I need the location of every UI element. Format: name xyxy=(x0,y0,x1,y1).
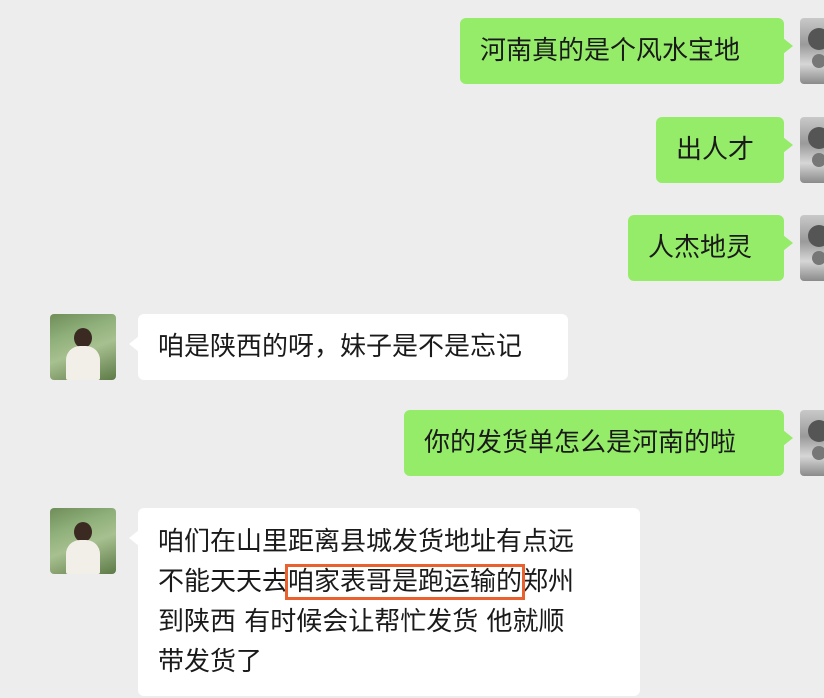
highlighted-text: 咱家表哥是跑运输的 xyxy=(285,564,526,600)
user-avatar[interactable] xyxy=(800,215,824,281)
user-avatar[interactable] xyxy=(800,410,824,476)
contact-avatar[interactable] xyxy=(50,508,116,574)
message-row: 你的发货单怎么是河南的啦 xyxy=(0,410,824,480)
message-text: 河南真的是个风水宝地 xyxy=(480,36,741,66)
message-bubble-sent[interactable]: 河南真的是个风水宝地 xyxy=(460,18,793,84)
message-row: 出人才 xyxy=(0,117,824,187)
message-text: 人杰地灵 xyxy=(648,233,753,263)
message-row: 河南真的是个风水宝地 xyxy=(0,18,824,88)
message-row: 咱们在山里距离县城发货地址有点远 不能天天去咱家表哥是跑运输的郑州 到陕西 有时… xyxy=(0,508,824,698)
contact-avatar[interactable] xyxy=(50,314,116,380)
message-text: 咱是陕西的呀，妹子是不是忘记 xyxy=(158,332,523,362)
message-text-line: 咱们在山里距离县城发货地址有点远 xyxy=(158,527,575,557)
message-text-line: 不能天天去咱家表哥是跑运输的郑州 xyxy=(158,562,620,602)
user-avatar[interactable] xyxy=(800,117,824,183)
message-row: 人杰地灵 xyxy=(0,215,824,285)
message-bubble-sent[interactable]: 出人才 xyxy=(656,117,793,183)
message-text-line: 带发货了 xyxy=(158,647,263,677)
message-bubble-sent[interactable]: 人杰地灵 xyxy=(628,215,793,281)
message-text: 出人才 xyxy=(676,135,755,165)
user-avatar[interactable] xyxy=(800,18,824,84)
message-bubble-received[interactable]: 咱们在山里距离县城发货地址有点远 不能天天去咱家表哥是跑运输的郑州 到陕西 有时… xyxy=(129,508,640,696)
message-text-segment: 郑州 xyxy=(522,567,575,597)
message-text: 你的发货单怎么是河南的啦 xyxy=(424,428,737,458)
message-text-segment: 不能天天去 xyxy=(158,567,289,597)
message-bubble-sent[interactable]: 你的发货单怎么是河南的啦 xyxy=(404,410,793,476)
message-text-line: 到陕西 有时候会让帮忙发货 他就顺 xyxy=(158,607,565,637)
message-row: 咱是陕西的呀，妹子是不是忘记 xyxy=(0,314,824,384)
message-bubble-received[interactable]: 咱是陕西的呀，妹子是不是忘记 xyxy=(129,314,568,380)
